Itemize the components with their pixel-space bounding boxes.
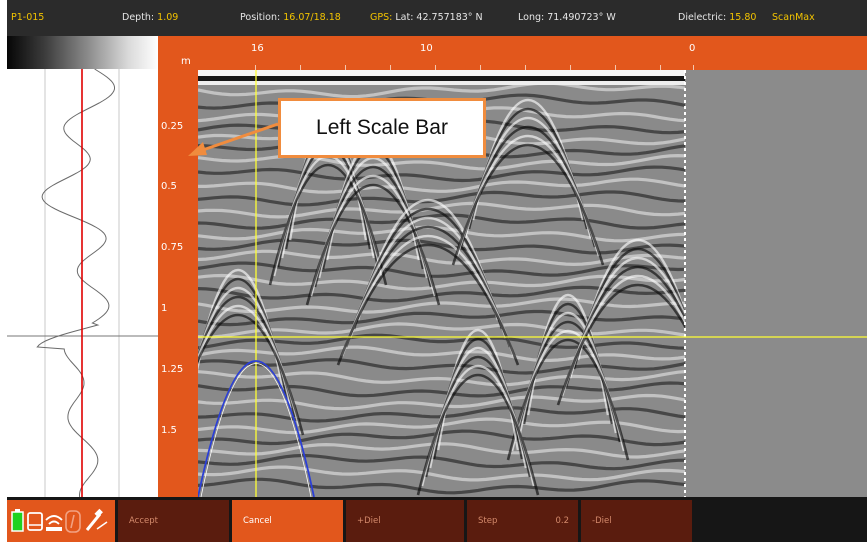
status-bar: P1-015 Depth: 1.09 Position: 16.07/18.18… (7, 0, 867, 36)
ruler-label-16: 16 (251, 43, 264, 54)
ruler-unit: m (181, 56, 191, 67)
depth-label: Depth: (122, 12, 155, 23)
left-scale-bar: 0.25 0.5 0.75 1 1.25 1.5 (158, 70, 198, 497)
dielectric-label: Dielectric: (678, 12, 727, 23)
gps-readout: GPS: Lat: 42.757183° N (370, 12, 483, 23)
decrease-dielectric-button[interactable]: -Diel (581, 500, 692, 542)
scale-label-0.75: 0.75 (161, 242, 184, 253)
scan-mode: ScanMax (772, 12, 815, 23)
increase-dielectric-button[interactable]: +Diel (346, 500, 464, 542)
position-readout: Position: 16.07/18.18 (240, 12, 341, 23)
accept-label: Accept (129, 516, 158, 526)
position-value: 16.07/18.18 (283, 12, 341, 23)
file-name: P1-015 (11, 12, 45, 23)
dielectric-readout: Dielectric: 15.80 (678, 12, 756, 23)
cancel-label: Cancel (243, 516, 272, 526)
gps-label: GPS: (370, 12, 393, 23)
step-button[interactable]: Step 0.2 (467, 500, 578, 542)
increase-dielectric-label: +Diel (357, 516, 381, 526)
scale-label-1.5: 1.5 (161, 425, 177, 436)
top-distance-ruler: m 16 10 0 (158, 36, 867, 70)
gain-gradient-bar (7, 36, 158, 69)
scale-label-0.5: 0.5 (161, 181, 177, 192)
gpr-app-window: P1-015 Depth: 1.09 Position: 16.07/18.18… (0, 0, 867, 542)
info-icon (65, 510, 81, 533)
gps-lat: Lat: 42.757183° N (395, 12, 483, 23)
unscanned-area (685, 70, 867, 497)
position-label: Position: (240, 12, 281, 23)
step-label: Step (478, 516, 498, 526)
gps-long: Long: 71.490723° W (518, 12, 616, 23)
surface-band (198, 76, 686, 81)
wifi-icon (45, 515, 63, 531)
depth-value: 1.09 (157, 12, 179, 23)
satellite-icon (85, 508, 108, 531)
trace-waveform-svg (7, 69, 158, 497)
storage-icon (27, 512, 43, 531)
ruler-label-10: 10 (420, 43, 433, 54)
surface-band (198, 70, 686, 76)
surface-band (198, 81, 686, 85)
scale-label-0.25: 0.25 (161, 121, 184, 132)
bottom-softkey-bar: Accept Cancel +Diel Step 0.2 -Diel (7, 497, 867, 542)
trace-waveform (36, 69, 115, 497)
step-value: 0.2 (555, 516, 569, 526)
scale-label-1.25: 1.25 (161, 364, 184, 375)
dielectric-value: 15.80 (729, 12, 757, 23)
depth-readout: Depth: 1.09 (122, 12, 178, 23)
scale-label-1: 1 (161, 303, 168, 314)
callout-label: Left Scale Bar (278, 98, 486, 158)
trace-waveform-panel (7, 69, 158, 497)
battery-icon (11, 509, 24, 532)
ruler-label-0: 0 (689, 43, 696, 54)
decrease-dielectric-label: -Diel (592, 516, 612, 526)
status-icons-group (7, 500, 115, 542)
accept-button[interactable]: Accept (118, 500, 229, 542)
cancel-button[interactable]: Cancel (232, 500, 343, 542)
